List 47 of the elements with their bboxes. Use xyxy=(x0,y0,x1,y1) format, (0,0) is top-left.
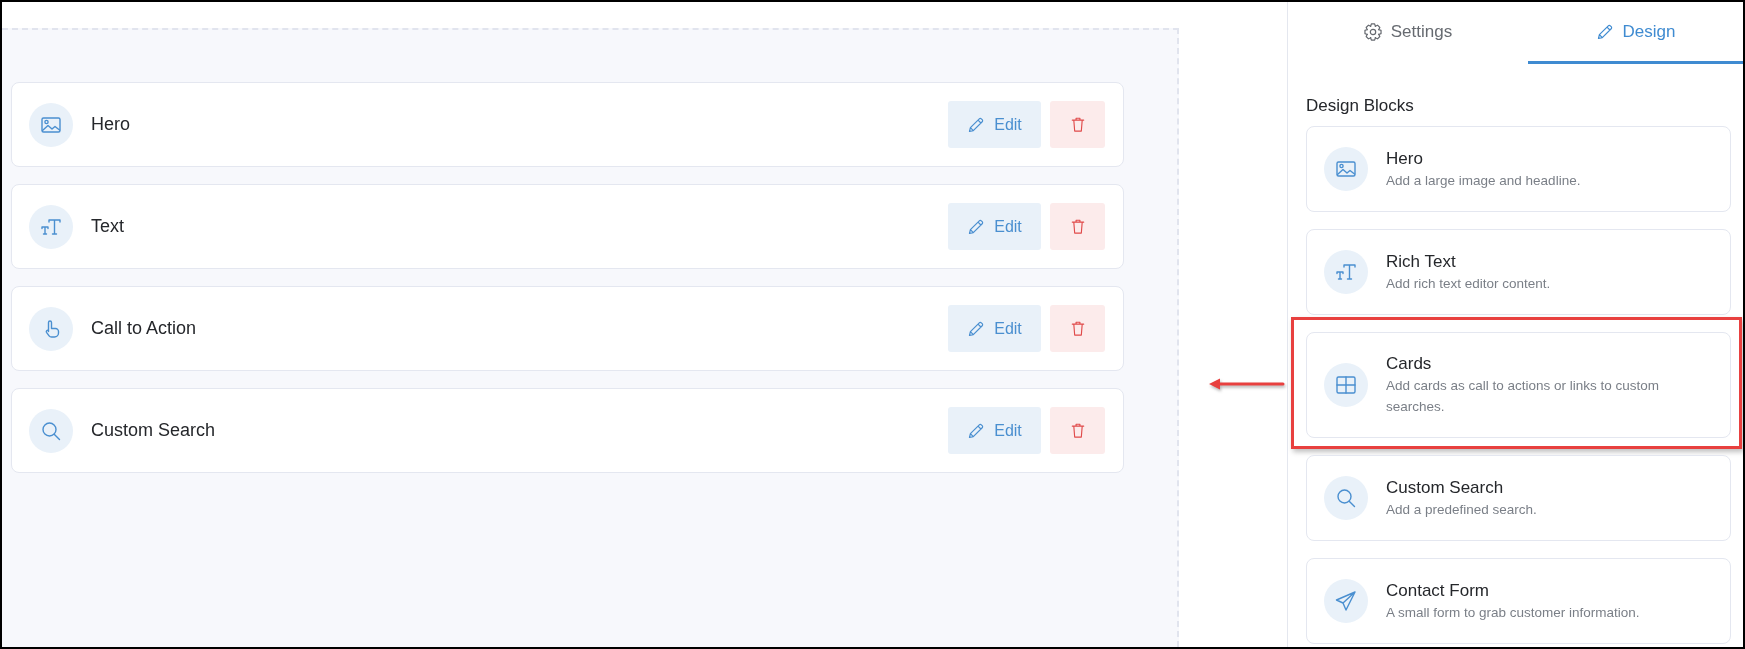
pencil-icon xyxy=(967,217,986,236)
block-title: Text xyxy=(91,216,124,237)
trash-icon xyxy=(1070,218,1085,235)
block-title: Hero xyxy=(91,114,130,135)
block-description: Add rich text editor content. xyxy=(1386,274,1551,293)
text-size-icon xyxy=(1324,250,1368,294)
block-title: Custom Search xyxy=(91,420,216,441)
block-title: Hero xyxy=(1386,147,1424,170)
block-card[interactable]: Cards Add cards as call to actions or links to custom searches. xyxy=(1306,332,1731,438)
trash-icon xyxy=(1070,116,1085,133)
search-icon xyxy=(29,408,73,453)
block-title: Rich Text xyxy=(1386,250,1457,273)
search-icon xyxy=(1324,476,1368,520)
pencil-icon xyxy=(967,319,986,338)
section-title: Design Blocks xyxy=(1306,95,1415,117)
block-title: Call to Action xyxy=(91,318,197,339)
block-card[interactable]: Rich Text Add rich text editor content. xyxy=(1306,229,1731,315)
image-icon xyxy=(29,102,73,147)
block-description: A small form to grab customer information. xyxy=(1386,603,1640,622)
hand-pointer-icon xyxy=(29,306,73,351)
edit-button[interactable]: Edit xyxy=(948,407,1041,454)
trash-icon xyxy=(1070,320,1085,337)
edit-button[interactable]: Edit xyxy=(948,305,1041,352)
block-card[interactable]: Contact Form A small form to grab customer information. xyxy=(1306,558,1731,644)
block-title: Contact Form xyxy=(1386,579,1490,602)
delete-button[interactable] xyxy=(1050,407,1105,454)
block-card[interactable]: Custom Search Add a predefined search. xyxy=(1306,455,1731,541)
block-card[interactable]: Hero Add a large image and headline. xyxy=(1306,126,1731,212)
block-description: Add cards as call to actions or links to custom searches. xyxy=(1386,377,1661,416)
pencil-icon xyxy=(967,421,986,440)
pencil-icon xyxy=(967,115,986,134)
image-icon xyxy=(1324,147,1368,191)
edit-button[interactable]: Edit xyxy=(948,203,1041,250)
delete-button[interactable] xyxy=(1050,305,1105,352)
trash-icon xyxy=(1070,422,1085,439)
pencil-icon xyxy=(1595,22,1614,41)
block-description: Add a large image and headline. xyxy=(1386,171,1581,190)
delete-button[interactable] xyxy=(1050,101,1105,148)
block-title: Custom Search xyxy=(1386,476,1505,499)
grid-icon xyxy=(1324,363,1368,407)
block-title: Cards xyxy=(1386,353,1433,375)
paper-plane-icon xyxy=(1324,579,1368,623)
delete-button[interactable] xyxy=(1050,203,1105,250)
edit-button[interactable]: Edit xyxy=(948,101,1041,148)
text-size-icon xyxy=(29,204,73,249)
block-description: Add a predefined search. xyxy=(1386,500,1537,519)
settings-icon xyxy=(1363,22,1382,41)
